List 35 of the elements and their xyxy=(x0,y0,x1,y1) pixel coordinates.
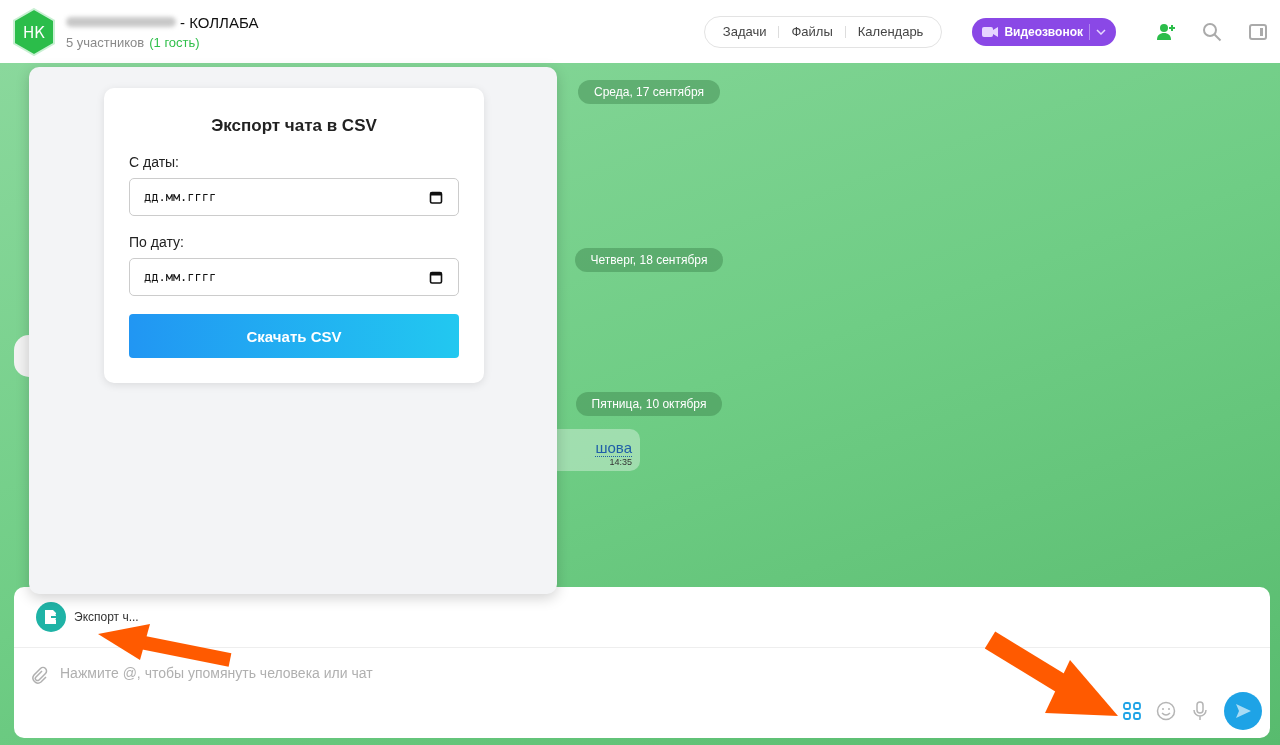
attachment-chip[interactable]: Экспорт ч... xyxy=(36,602,139,632)
date-field[interactable]: дд.мм.гггг xyxy=(129,258,459,296)
emoji-icon[interactable] xyxy=(1156,701,1176,721)
message-input[interactable]: Нажмите @, чтобы упомянуть человека или чат xyxy=(58,664,1256,682)
apps-icon[interactable] xyxy=(1122,701,1142,721)
participants-count[interactable]: 5 участников xyxy=(66,34,145,50)
message-time: 14:35 xyxy=(609,457,632,467)
header-link[interactable]: Файлы xyxy=(778,25,845,38)
video-call-button[interactable]: Видеозвонок xyxy=(972,17,1116,46)
download-button[interactable]: Скачать CSV xyxy=(129,314,459,358)
calendar-icon[interactable] xyxy=(429,270,443,284)
search-icon[interactable] xyxy=(1202,21,1222,42)
paperclip-icon[interactable] xyxy=(30,666,48,684)
chat-title: - КОЛЛАБА xyxy=(180,13,259,31)
sidebar-toggle-icon[interactable] xyxy=(1248,21,1268,42)
header-link[interactable]: Календарь xyxy=(844,25,936,38)
date-badge: Среда, 17 сентября xyxy=(578,80,720,104)
caret-icon[interactable] xyxy=(1096,28,1106,35)
video-camera-icon xyxy=(982,25,999,38)
date-field[interactable]: дд.мм.гггг xyxy=(129,178,459,216)
send-icon xyxy=(1234,702,1252,720)
microphone-icon[interactable] xyxy=(1190,701,1210,721)
calendar-icon[interactable] xyxy=(429,190,443,204)
field-label: По дату: xyxy=(129,234,185,250)
user-avatar[interactable] xyxy=(14,335,29,377)
field-label: С даты: xyxy=(129,154,180,170)
send-button[interactable] xyxy=(1224,692,1262,730)
file-export-icon xyxy=(36,602,66,632)
add-user-icon[interactable] xyxy=(1156,21,1176,42)
date-badge: Четверг, 18 сентября xyxy=(574,248,724,272)
date-badge: Пятница, 10 октября xyxy=(575,392,723,416)
group-avatar: НК xyxy=(12,7,56,56)
message-link[interactable]: шова xyxy=(595,439,632,457)
header-link[interactable]: Задачи xyxy=(710,25,779,38)
dialog-title: Экспорт чата в CSV xyxy=(210,116,378,136)
